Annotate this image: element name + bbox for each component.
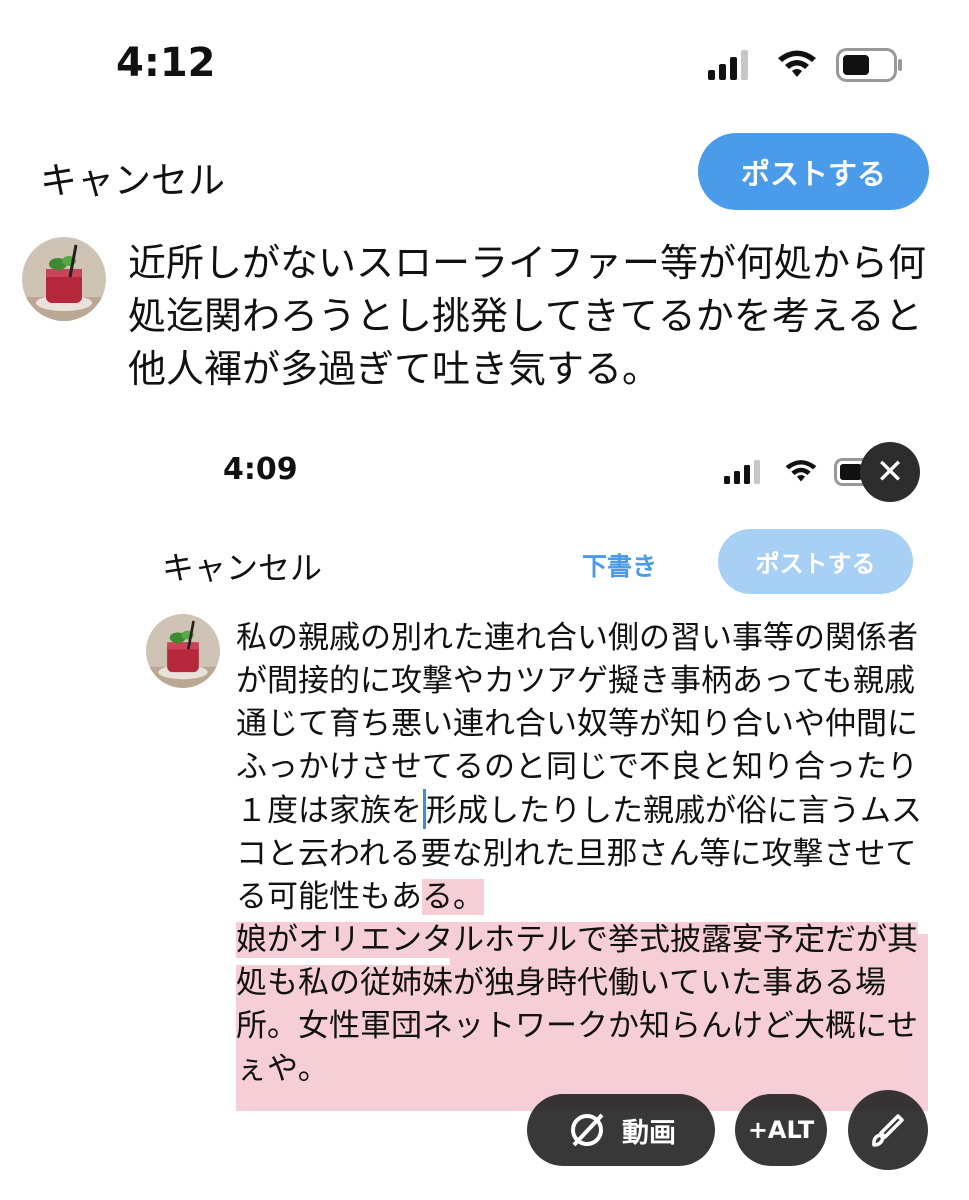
avatar bbox=[146, 614, 220, 688]
wifi-icon bbox=[778, 50, 816, 77]
attached-image-paragraph: 娘がオリエンタルホテルで挙式披露宴予定だが其処も私の従姉妹が独身時代働いていた事… bbox=[236, 919, 928, 1091]
attached-image-cancel-label: キャンセル bbox=[162, 549, 323, 587]
avatar bbox=[22, 237, 106, 321]
wifi-icon bbox=[785, 460, 817, 482]
add-alt-text-button[interactable]: +ALT bbox=[735, 1094, 827, 1166]
status-time: 4:12 bbox=[116, 40, 216, 86]
attached-image-paragraph: 私の親戚の別れた連れ合い側の習い事等の関係者が間接的に攻撃やカツアゲ擬き事柄あっ… bbox=[236, 617, 936, 919]
compose-text[interactable]: 近所しがないスローライファー等が何処から何処迄関わろうとし挑発してきてるかを考え… bbox=[128, 237, 938, 396]
video-edit-icon bbox=[571, 1113, 604, 1147]
edit-image-button[interactable] bbox=[848, 1090, 928, 1170]
brush-icon bbox=[872, 1114, 904, 1147]
signal-icon bbox=[724, 460, 760, 484]
highlighted-text: る。 bbox=[422, 879, 484, 915]
cancel-button[interactable]: キャンセル bbox=[40, 150, 225, 204]
video-edit-button[interactable]: 動画 bbox=[527, 1094, 715, 1166]
attached-image-body: 私の親戚の別れた連れ合い側の習い事等の関係者が間接的に攻撃やカツアゲ擬き事柄あっ… bbox=[236, 617, 936, 1091]
attached-image-status-time: 4:09 bbox=[223, 452, 298, 487]
close-icon: ✕ bbox=[875, 452, 905, 492]
attached-image-drafts-label: 下書き bbox=[582, 552, 658, 581]
video-label: 動画 bbox=[622, 1117, 676, 1149]
highlighted-text: 娘がオリエンタルホテルで挙式披露宴予定だが其処も私の従姉妹が独身時代働いていた事… bbox=[236, 922, 918, 1087]
remove-image-button[interactable]: ✕ bbox=[860, 442, 920, 502]
post-button[interactable]: ポストする bbox=[698, 133, 929, 210]
signal-icon bbox=[708, 50, 748, 80]
battery-icon bbox=[836, 48, 902, 82]
attached-image-post-label: ポストする bbox=[718, 529, 913, 594]
